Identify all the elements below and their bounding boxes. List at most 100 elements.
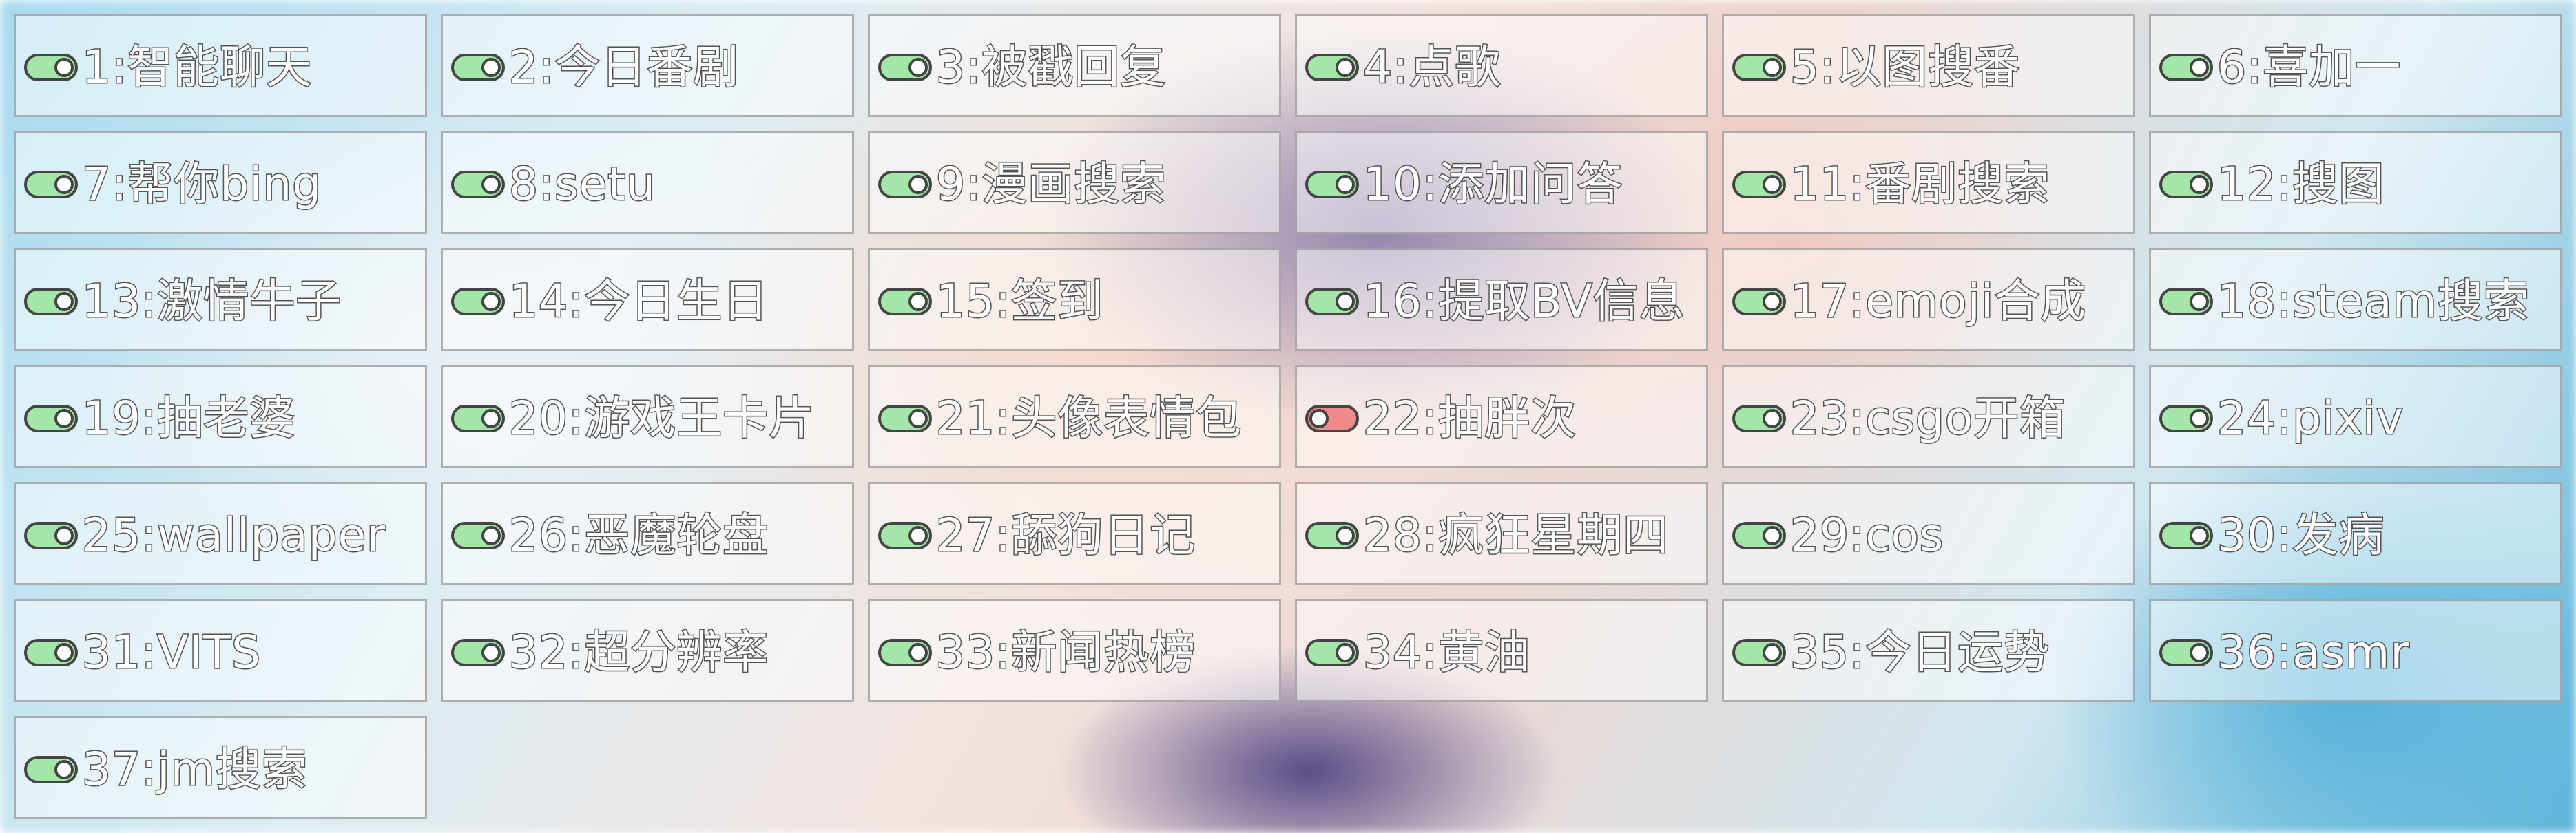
plugin-toggle[interactable] [1732,171,1786,198]
toggle-knob [54,409,74,428]
plugin-toggle[interactable] [2159,639,2213,666]
plugin-toggle[interactable] [2159,405,2213,432]
toggle-knob [1336,292,1355,311]
toggle-knob [1763,526,1782,545]
plugin-cell: 27:舔狗日记 [868,482,1281,585]
plugin-toggle[interactable] [1732,639,1786,666]
plugin-cell: 32:超分辨率 [441,599,854,702]
plugin-label: 21:头像表情包 [935,391,1243,446]
plugin-cell: 3:被戳回复 [868,14,1281,117]
plugin-cell: 16:提取BV信息 [1295,248,1708,351]
plugin-toggle[interactable] [451,405,505,432]
toggle-knob [1763,643,1782,662]
plugin-cell: 22:抽胖次 [1295,365,1708,468]
toggle-knob [1336,175,1355,194]
plugin-toggle[interactable] [24,405,78,432]
plugin-toggle[interactable] [24,756,78,783]
plugin-label: 36:asmr [2216,625,2410,680]
plugin-label: 15:签到 [935,274,1104,329]
plugin-label: 11:番剧搜索 [1789,157,2050,212]
plugin-label: 25:wallpaper [81,508,386,563]
plugin-toggle[interactable] [24,288,78,315]
plugin-cell: 25:wallpaper [14,482,427,585]
toggle-knob [2190,292,2209,311]
plugin-cell: 34:黄油 [1295,599,1708,702]
plugin-toggle[interactable] [24,171,78,198]
plugin-toggle[interactable] [24,54,78,81]
plugin-toggle[interactable] [878,405,932,432]
plugin-cell: 12:搜图 [2149,131,2562,234]
plugin-label: 37:jm搜索 [81,742,309,797]
plugin-label: 18:steam搜索 [2216,274,2531,329]
plugin-label: 35:今日运势 [1789,625,2050,680]
plugin-cell: 35:今日运势 [1722,599,2135,702]
plugin-toggle[interactable] [24,639,78,666]
plugin-toggle[interactable] [878,288,932,315]
plugin-label: 8:setu [508,157,656,212]
toggle-knob [481,643,501,662]
plugin-toggle[interactable] [878,522,932,549]
plugin-toggle[interactable] [2159,288,2213,315]
plugin-toggle[interactable] [878,54,932,81]
plugin-cell: 7:帮你bing [14,131,427,234]
plugin-label: 32:超分辨率 [508,625,769,680]
plugin-toggle[interactable] [2159,171,2213,198]
plugin-toggle[interactable] [2159,522,2213,549]
plugin-label: 19:抽老婆 [81,391,296,446]
plugin-cell: 18:steam搜索 [2149,248,2562,351]
plugin-toggle-grid: 1:智能聊天 2:今日番剧 3:被戳回复 4:点歌 5:以图搜番 6:喜加一 7:帮你bin… [0,0,2576,833]
plugin-cell: 5:以图搜番 [1722,14,2135,117]
plugin-toggle[interactable] [451,54,505,81]
plugin-cell: 28:疯狂星期四 [1295,482,1708,585]
plugin-cell: 19:抽老婆 [14,365,427,468]
plugin-label: 29:cos [1789,508,1944,563]
toggle-knob [1336,58,1355,77]
plugin-toggle[interactable] [1305,639,1359,666]
plugin-toggle[interactable] [1732,522,1786,549]
plugin-label: 34:黄油 [1362,625,1531,680]
plugin-cell: 2:今日番剧 [441,14,854,117]
plugin-toggle[interactable] [1732,405,1786,432]
plugin-toggle[interactable] [1305,171,1359,198]
toggle-knob [908,526,928,545]
toggle-knob [908,175,928,194]
plugin-label: 28:疯狂星期四 [1362,508,1670,563]
plugin-cell: 17:emoji合成 [1722,248,2135,351]
toggle-knob [54,643,74,662]
plugin-label: 14:今日生日 [508,274,769,329]
toggle-knob [908,643,928,662]
plugin-cell: 13:激情牛子 [14,248,427,351]
plugin-cell: 11:番剧搜索 [1722,131,2135,234]
plugin-toggle[interactable] [878,639,932,666]
plugin-label: 3:被戳回复 [935,40,1167,95]
plugin-toggle[interactable] [2159,54,2213,81]
toggle-knob [908,58,928,77]
plugin-toggle[interactable] [878,171,932,198]
plugin-cell: 14:今日生日 [441,248,854,351]
plugin-toggle[interactable] [451,288,505,315]
plugin-toggle[interactable] [1305,54,1359,81]
toggle-knob [481,526,501,545]
plugin-toggle[interactable] [1305,522,1359,549]
toggle-knob [1336,526,1355,545]
plugin-toggle[interactable] [451,522,505,549]
plugin-label: 2:今日番剧 [508,40,740,95]
toggle-knob [1309,409,1329,428]
toggle-knob [2190,643,2209,662]
plugin-cell: 1:智能聊天 [14,14,427,117]
plugin-cell: 9:漫画搜索 [868,131,1281,234]
plugin-label: 9:漫画搜索 [935,157,1167,212]
plugin-label: 13:激情牛子 [81,274,342,329]
plugin-toggle[interactable] [451,639,505,666]
plugin-cell: 30:发病 [2149,482,2562,585]
plugin-cell: 20:游戏王卡片 [441,365,854,468]
plugin-toggle[interactable] [24,522,78,549]
plugin-toggle[interactable] [1732,54,1786,81]
plugin-toggle[interactable] [1305,405,1359,432]
plugin-cell: 8:setu [441,131,854,234]
plugin-cell: 37:jm搜索 [14,716,427,819]
plugin-toggle[interactable] [1305,288,1359,315]
plugin-label: 27:舔狗日记 [935,508,1196,563]
plugin-toggle[interactable] [1732,288,1786,315]
plugin-toggle[interactable] [451,171,505,198]
